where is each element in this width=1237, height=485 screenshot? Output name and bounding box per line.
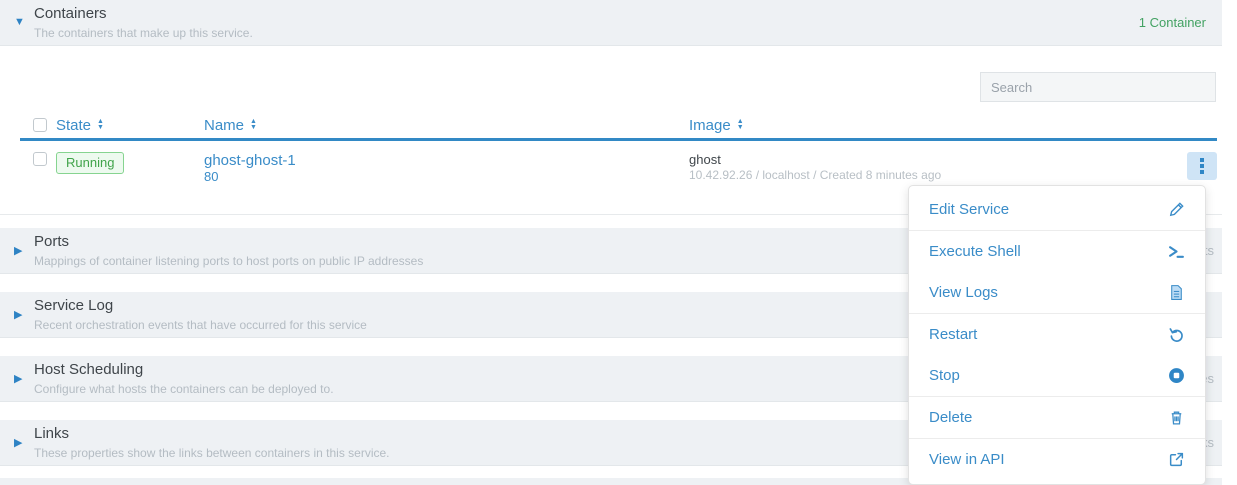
caret-down-icon[interactable]: ▼	[14, 16, 25, 28]
restart-icon	[1168, 326, 1185, 343]
section-subtitle: Configure what hosts the containers can …	[34, 382, 334, 396]
sort-icon[interactable]: ▲▼	[737, 119, 744, 131]
menu-item-stop[interactable]: Stop	[909, 355, 1205, 396]
kebab-dot	[1200, 170, 1204, 174]
caret-right-icon[interactable]: ▶	[14, 308, 22, 321]
section-title: Links	[34, 425, 69, 442]
containers-table: State ▲▼ Name ▲▼ Image ▲▼ Running ghost-…	[20, 112, 1217, 184]
caret-right-icon[interactable]: ▶	[14, 372, 22, 385]
section-title: Containers	[34, 5, 107, 22]
menu-item-label: Delete	[929, 409, 972, 426]
sort-icon[interactable]: ▲▼	[97, 119, 104, 131]
file-icon	[1168, 284, 1185, 301]
row-actions-menu: Edit Service Execute Shell View Logs	[908, 185, 1206, 485]
section-subtitle: These properties show the links between …	[34, 446, 390, 460]
column-header-state[interactable]: State ▲▼	[56, 117, 104, 134]
menu-item-label: Execute Shell	[929, 243, 1021, 260]
column-header-label: Name	[204, 117, 244, 134]
menu-item-view-logs[interactable]: View Logs	[909, 272, 1205, 313]
image-name: ghost	[689, 152, 1173, 168]
status-badge: Running	[56, 152, 124, 174]
kebab-dot	[1200, 158, 1204, 162]
menu-item-restart[interactable]: Restart	[909, 314, 1205, 355]
sort-icon[interactable]: ▲▼	[250, 119, 257, 131]
container-port-link[interactable]: 80	[204, 169, 689, 184]
trash-icon	[1168, 409, 1185, 426]
menu-item-label: Edit Service	[929, 201, 1009, 218]
section-subtitle: The containers that make up this service…	[34, 26, 253, 40]
image-meta: 10.42.92.26 / localhost / Created 8 minu…	[689, 168, 1173, 183]
section-subtitle: Recent orchestration events that have oc…	[34, 318, 367, 332]
menu-item-delete[interactable]: Delete	[909, 397, 1205, 438]
section-subtitle: Mappings of container listening ports to…	[34, 254, 423, 268]
column-header-label: State	[56, 117, 91, 134]
container-name-link[interactable]: ghost-ghost-1	[204, 152, 689, 169]
shell-icon	[1168, 243, 1185, 260]
pencil-icon	[1168, 201, 1185, 218]
column-header-label: Image	[689, 117, 731, 134]
menu-item-label: View in API	[929, 451, 1005, 468]
table-header-row: State ▲▼ Name ▲▼ Image ▲▼	[20, 112, 1217, 141]
menu-item-label: View Logs	[929, 284, 998, 301]
menu-item-label: Restart	[929, 326, 977, 343]
menu-item-edit-service[interactable]: Edit Service	[909, 189, 1205, 230]
row-actions-kebab-button[interactable]	[1187, 152, 1217, 180]
menu-item-execute-shell[interactable]: Execute Shell	[909, 231, 1205, 272]
menu-item-label: Stop	[929, 367, 960, 384]
kebab-dot	[1200, 164, 1204, 168]
caret-right-icon[interactable]: ▶	[14, 436, 22, 449]
column-header-image[interactable]: Image ▲▼	[689, 117, 744, 134]
containers-section-header[interactable]: ▼ Containers The containers that make up…	[0, 0, 1222, 46]
table-row: Running ghost-ghost-1 80 ghost 10.42.92.…	[20, 141, 1217, 184]
section-title: Service Log	[34, 297, 113, 314]
caret-right-icon[interactable]: ▶	[14, 244, 22, 257]
row-checkbox[interactable]	[33, 152, 47, 166]
section-title: Ports	[34, 233, 69, 250]
select-all-checkbox[interactable]	[33, 118, 47, 132]
menu-item-view-in-api[interactable]: View in API	[909, 439, 1205, 480]
stop-icon	[1168, 367, 1185, 384]
container-count-badge: 1 Container	[1139, 15, 1206, 30]
search-input[interactable]	[980, 72, 1216, 102]
section-title: Host Scheduling	[34, 361, 143, 378]
external-link-icon	[1168, 451, 1185, 468]
column-header-name[interactable]: Name ▲▼	[204, 117, 257, 134]
